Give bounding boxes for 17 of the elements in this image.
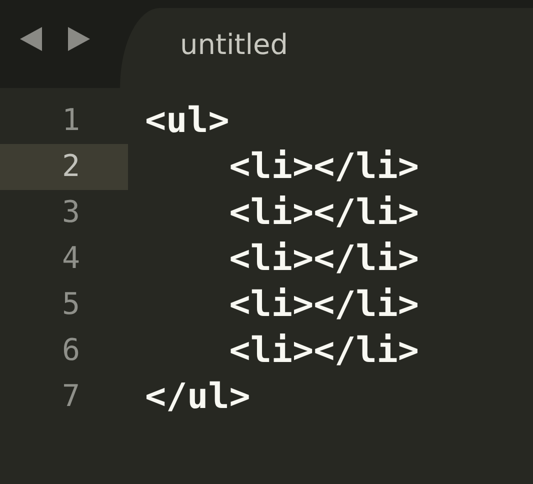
line-number: 2 xyxy=(0,144,128,190)
back-arrow-icon[interactable] xyxy=(18,26,44,52)
line-number: 4 xyxy=(60,240,81,278)
file-tab[interactable]: untitled xyxy=(120,8,533,88)
code-line: <li></li> xyxy=(228,146,419,189)
code-line: <li></li> xyxy=(228,238,419,281)
line-number: 3 xyxy=(60,194,81,232)
line-number: 6 xyxy=(60,332,81,370)
code-line: <li></li> xyxy=(228,330,419,373)
line-number: 1 xyxy=(60,102,81,140)
code-line: <li></li> xyxy=(228,284,419,327)
code-line: <li></li> xyxy=(228,192,419,235)
line-number: 7 xyxy=(60,378,81,416)
line-number: 5 xyxy=(60,286,81,324)
forward-arrow-icon[interactable] xyxy=(66,26,92,52)
code-line: </ul> xyxy=(145,376,250,419)
code-line: <ul> xyxy=(145,100,230,143)
